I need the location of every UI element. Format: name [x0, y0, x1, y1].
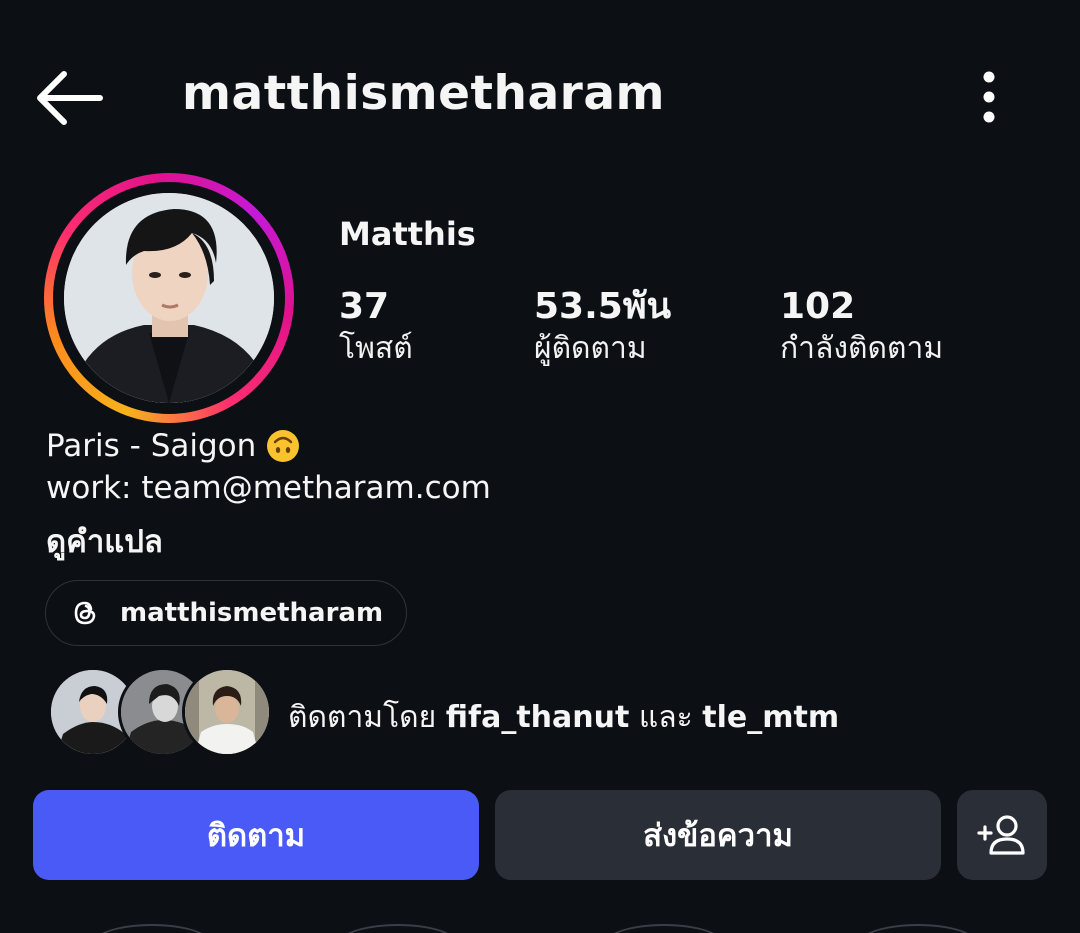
- mutual-followers-avatars[interactable]: [48, 667, 272, 757]
- followed-by-conjunction: และ: [638, 700, 693, 735]
- bio-location-text: Paris - Saigon: [46, 428, 257, 464]
- threads-handle: matthismetharam: [120, 598, 384, 628]
- highlight-item[interactable]: [858, 924, 978, 933]
- follow-button[interactable]: ติดตาม: [33, 790, 479, 880]
- following-count: 102: [780, 286, 856, 327]
- highlight-item[interactable]: [604, 924, 724, 933]
- back-button[interactable]: [30, 68, 106, 128]
- threads-icon: [74, 601, 96, 625]
- following-label: กำลังติดตาม: [780, 331, 944, 366]
- suggested-users-button[interactable]: [957, 790, 1047, 880]
- followed-by-prefix: ติดตามโดย: [288, 700, 437, 735]
- followed-by-user-1: fifa_thanut: [445, 700, 630, 735]
- upside-down-face-icon: [267, 430, 300, 462]
- highlight-item[interactable]: [92, 924, 212, 933]
- bio-line-work: work: team@metharam.com: [46, 470, 491, 506]
- more-options-button[interactable]: [966, 70, 1012, 126]
- highlight-item[interactable]: [338, 924, 458, 933]
- page-title: matthismetharam: [182, 66, 666, 121]
- arrow-left-icon: [37, 71, 103, 125]
- followers-stat[interactable]: 53.5พัน ผู้ติดตาม: [534, 285, 671, 369]
- posts-label: โพสต์: [339, 331, 413, 366]
- followers-count: 53.5พัน: [534, 286, 672, 327]
- see-translation-link[interactable]: ดูคำแปล: [46, 516, 163, 566]
- bio-line-location: Paris - Saigon: [46, 425, 491, 467]
- posts-count: 37: [339, 286, 390, 327]
- story-ring[interactable]: [44, 173, 294, 423]
- more-vertical-icon: [983, 71, 995, 123]
- followed-by-text[interactable]: ติดตามโดย fifa_thanut และ tle_mtm: [288, 694, 839, 741]
- followers-label: ผู้ติดตาม: [534, 331, 647, 366]
- threads-badge-button[interactable]: matthismetharam: [45, 580, 407, 646]
- add-user-icon: [977, 815, 1025, 855]
- profile-bio: Paris - Saigon work: team@metharam.com: [46, 425, 491, 509]
- display-name: Matthis: [339, 215, 476, 253]
- profile-avatar[interactable]: [64, 193, 274, 403]
- story-highlights-row: [0, 924, 1080, 933]
- following-stat[interactable]: 102 กำลังติดตาม: [780, 285, 943, 369]
- message-button[interactable]: ส่งข้อความ: [495, 790, 941, 880]
- top-bar: matthismetharam: [0, 50, 1080, 142]
- followed-by-user-2: tle_mtm: [702, 700, 840, 735]
- profile-photo-image: [64, 193, 274, 403]
- mutual-avatar-3: [182, 667, 272, 757]
- posts-stat[interactable]: 37 โพสต์: [339, 285, 413, 369]
- profile-screen: matthismetharam Matthis 37 โพสต์ 53.5พัน…: [0, 0, 1080, 933]
